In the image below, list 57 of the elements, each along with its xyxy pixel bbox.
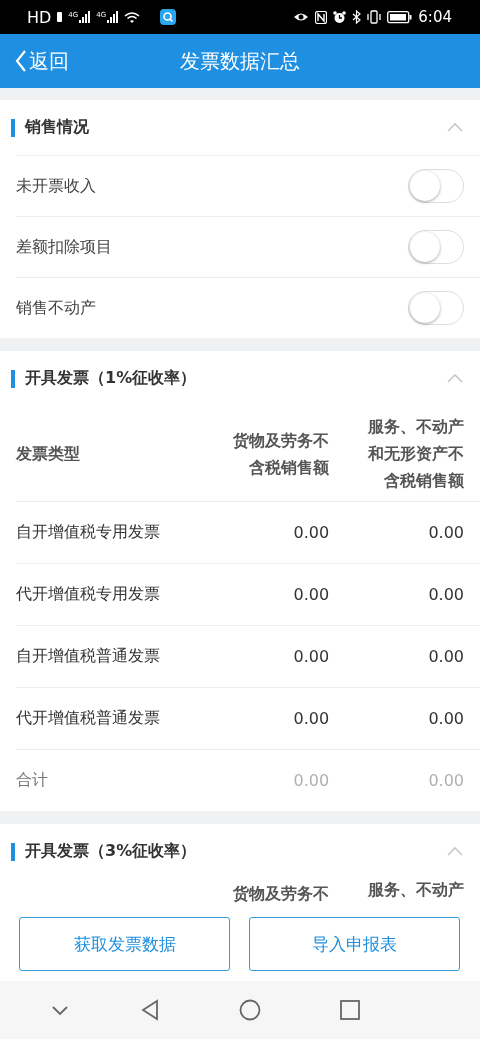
table-cell-text: 0.00 <box>427 523 464 542</box>
table-cell-text: 代开增值税专用发票 <box>16 584 161 605</box>
signal-icon <box>79 11 91 23</box>
table-cell-text: 合计 <box>16 770 49 791</box>
collapse-chevron-icon[interactable] <box>446 846 464 857</box>
table-cell-text: 0.00 <box>292 647 330 666</box>
table-cell-text: 0.00 <box>427 647 464 666</box>
nfc-icon <box>315 10 328 24</box>
column-header: 发票类型 <box>16 443 81 465</box>
toggle-label: 未开票收入 <box>16 175 97 197</box>
back-icon[interactable] <box>141 999 159 1021</box>
fetch-invoice-button[interactable]: 获取发票数据 <box>19 917 230 971</box>
section-title: 销售情况 <box>25 117 90 138</box>
eye-icon <box>293 11 310 23</box>
vibrate-icon <box>367 10 382 24</box>
toggle-switch[interactable] <box>408 169 464 203</box>
section-accent-bar <box>11 369 15 388</box>
section-title: 开具发票（3%征收率） <box>25 841 198 862</box>
table-cell-text: 自开增值税专用发票 <box>16 522 161 543</box>
recents-icon[interactable] <box>340 1000 360 1020</box>
collapse-chevron-icon[interactable] <box>446 122 464 133</box>
table-cell-text: 0.00 <box>427 709 464 728</box>
hd-label: HD <box>27 7 52 27</box>
page-title: 发票数据汇总 <box>180 47 300 75</box>
table-cell-text: 0.00 <box>292 771 330 790</box>
toggle-switch[interactable] <box>408 230 464 264</box>
column-header: 货物及劳务不 <box>232 883 330 905</box>
table-cell-text: 代开增值税普通发票 <box>16 708 161 729</box>
toggle-switch[interactable] <box>408 291 464 325</box>
section-title: 开具发票（1%征收率） <box>25 368 198 389</box>
signal-icon <box>107 11 119 23</box>
table-cell-text: 0.00 <box>427 771 464 790</box>
collapse-chevron-icon[interactable] <box>446 373 464 384</box>
back-button[interactable]: 返回 <box>0 34 75 88</box>
toggle-label: 差额扣除项目 <box>16 236 113 258</box>
table-cell-text: 0.00 <box>427 585 464 604</box>
section-accent-bar <box>11 118 15 137</box>
home-icon[interactable] <box>239 999 261 1021</box>
section-accent-bar <box>11 842 15 861</box>
sim-icon <box>57 11 63 23</box>
table-cell-text: 0.00 <box>292 585 330 604</box>
import-report-button[interactable]: 导入申报表 <box>249 917 460 971</box>
battery-icon <box>387 10 413 24</box>
alarm-icon <box>333 10 347 24</box>
search-app-icon <box>160 9 177 25</box>
clock-time: 6:04 <box>418 8 452 26</box>
column-header: 货物及劳务不含税销售额 <box>232 429 330 479</box>
table-cell-text: 自开增值税普通发票 <box>16 646 161 667</box>
column-header: 服务、不动产和无形资产不含税销售额 <box>367 416 464 492</box>
table-cell-text: 0.00 <box>292 709 330 728</box>
back-chevron-icon <box>14 49 27 73</box>
table-cell-text: 0.00 <box>292 523 330 542</box>
wifi-icon <box>124 11 141 23</box>
column-header: 服务、不动产 <box>367 879 464 901</box>
toggle-label: 销售不动产 <box>16 297 97 319</box>
collapse-icon[interactable] <box>51 1004 69 1016</box>
bluetooth-icon <box>352 10 362 24</box>
